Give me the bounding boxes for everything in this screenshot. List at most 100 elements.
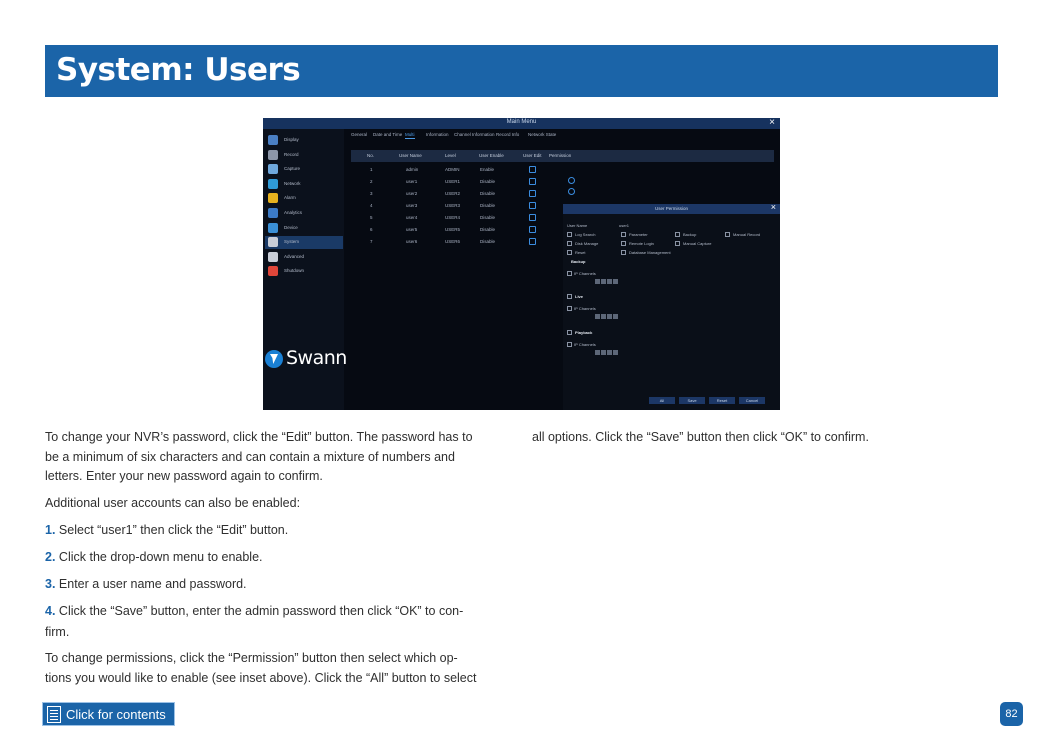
dialog-button-all[interactable]: All bbox=[649, 397, 675, 404]
close-icon[interactable]: × bbox=[771, 202, 776, 212]
permission-icon[interactable] bbox=[568, 188, 575, 195]
sidebar-item-analytics[interactable]: Analytics bbox=[265, 207, 343, 220]
tab-date-and-time[interactable]: Date and Time bbox=[373, 132, 402, 137]
channel-boxes[interactable] bbox=[595, 306, 619, 319]
table-row[interactable]: 7 user6 USER6 Disable bbox=[351, 237, 541, 248]
sidebar-item-label: Record bbox=[284, 151, 299, 157]
dialog-button-save[interactable]: Save bbox=[679, 397, 705, 404]
table-row[interactable]: 1 admin ADMIN Enable bbox=[351, 165, 541, 176]
checkbox[interactable] bbox=[621, 250, 626, 255]
dialog-button-cancel[interactable]: Cancel bbox=[739, 397, 765, 404]
table-row[interactable]: 3 user2 USER2 Disable bbox=[351, 189, 541, 200]
sidebar-item-label: Shutdown bbox=[284, 268, 305, 274]
row-level: USER2 bbox=[445, 191, 461, 196]
permission-label: Reset bbox=[575, 250, 586, 255]
dialog-title: User Permission bbox=[654, 206, 688, 211]
section-title-playback: Playback bbox=[575, 330, 593, 335]
step-number: 3. bbox=[45, 577, 56, 591]
checkbox[interactable] bbox=[567, 342, 572, 347]
tab-multi[interactable]: Multi bbox=[405, 132, 415, 139]
swann-logo-icon bbox=[265, 350, 283, 368]
column-2-text: all options. Click the “Save” button the… bbox=[532, 430, 869, 444]
sidebar-item-system[interactable]: System bbox=[265, 236, 343, 250]
step-2: 2. Click the drop-down menu to enable. bbox=[45, 548, 263, 568]
row-enable: Disable bbox=[480, 239, 496, 244]
contents-icon bbox=[47, 706, 61, 723]
column-header-user-name: User Name bbox=[399, 153, 422, 158]
dialog-header: User Permission × bbox=[563, 202, 780, 214]
edit-icon[interactable] bbox=[529, 202, 536, 209]
column-header-no.: No. bbox=[367, 153, 375, 158]
intro-paragraph-line: letters. Enter your new password again t… bbox=[45, 469, 323, 483]
sidebar-item-record[interactable]: Record bbox=[265, 149, 343, 162]
intro-paragraph-line: To change your NVR’s password, click the… bbox=[45, 430, 473, 444]
sidebar-item-device[interactable]: Device bbox=[265, 222, 343, 235]
tab-network-state[interactable]: Network State bbox=[528, 132, 556, 137]
sidebar-item-alarm[interactable]: Alarm bbox=[265, 192, 343, 205]
edit-icon[interactable] bbox=[529, 178, 536, 185]
edit-icon[interactable] bbox=[529, 166, 536, 173]
checkbox[interactable] bbox=[621, 241, 626, 246]
step-4: 4. Click the “Save” button, enter the ad… bbox=[45, 602, 463, 622]
checkbox[interactable] bbox=[567, 294, 572, 299]
channels-label: IP Channels bbox=[574, 306, 596, 311]
checkbox[interactable] bbox=[725, 232, 730, 237]
row-enable: Disable bbox=[480, 203, 496, 208]
edit-icon[interactable] bbox=[529, 190, 536, 197]
row-number: 1 bbox=[370, 167, 373, 172]
sidebar-item-label: Network bbox=[284, 180, 301, 186]
checkbox[interactable] bbox=[567, 232, 572, 237]
sidebar-item-label: System bbox=[284, 239, 300, 245]
row-level: USER6 bbox=[445, 239, 461, 244]
sidebar-item-label: Capture bbox=[284, 166, 301, 172]
row-user-name: user5 bbox=[406, 227, 418, 232]
column-header-permission: Permission bbox=[549, 153, 572, 158]
display-icon bbox=[268, 135, 278, 145]
checkbox[interactable] bbox=[567, 250, 572, 255]
user-permission-dialog: User Permission × User Name user1 Log Se… bbox=[563, 202, 780, 410]
tab-information[interactable]: Information bbox=[426, 132, 449, 137]
permission-label: Remote Login bbox=[629, 241, 654, 246]
row-user-name: admin bbox=[406, 167, 419, 172]
column-header-level: Level bbox=[445, 153, 456, 158]
sidebar-item-display[interactable]: Display bbox=[265, 134, 343, 147]
checkbox[interactable] bbox=[567, 241, 572, 246]
table-row[interactable]: 5 user4 USER4 Disable bbox=[351, 213, 541, 224]
checkbox[interactable] bbox=[675, 232, 680, 237]
tab-channel-information[interactable]: Channel Information bbox=[454, 132, 495, 137]
sidebar-item-capture[interactable]: Capture bbox=[265, 163, 343, 176]
dialog-button-reset[interactable]: Reset bbox=[709, 397, 735, 404]
tab-record-info[interactable]: Record Info bbox=[496, 132, 519, 137]
table-row[interactable]: 6 user5 USER5 Disable bbox=[351, 225, 541, 236]
channel-boxes[interactable] bbox=[595, 342, 619, 355]
checkbox[interactable] bbox=[567, 330, 572, 335]
page-title: System: Users bbox=[56, 52, 301, 88]
sidebar-item-advanced[interactable]: Advanced bbox=[265, 251, 343, 264]
permission-label: Manual Capture bbox=[683, 241, 712, 246]
row-number: 2 bbox=[370, 179, 373, 184]
permission-label: Manual Record bbox=[733, 232, 761, 237]
step-4-continued: firm. bbox=[45, 625, 70, 639]
camera-icon bbox=[268, 164, 278, 175]
channel-boxes[interactable] bbox=[595, 271, 619, 284]
row-level: USER3 bbox=[445, 203, 461, 208]
contents-button[interactable]: Click for contents bbox=[42, 702, 175, 726]
edit-icon[interactable] bbox=[529, 238, 536, 245]
checkbox[interactable] bbox=[567, 271, 572, 276]
tab-general[interactable]: General bbox=[351, 132, 367, 137]
checkbox[interactable] bbox=[675, 241, 680, 246]
page-number: 82 bbox=[1000, 702, 1023, 726]
permission-icon[interactable] bbox=[568, 177, 575, 184]
system-icon bbox=[268, 237, 278, 248]
sidebar-item-shutdown[interactable]: Shutdown bbox=[265, 265, 343, 278]
table-row[interactable]: 4 user3 USER3 Disable bbox=[351, 201, 541, 212]
edit-icon[interactable] bbox=[529, 226, 536, 233]
table-row[interactable]: 2 user1 USER1 Disable bbox=[351, 177, 541, 188]
sidebar-item-network[interactable]: Network bbox=[265, 178, 343, 191]
sidebar-item-label: Alarm bbox=[284, 195, 296, 201]
checkbox[interactable] bbox=[621, 232, 626, 237]
close-icon[interactable]: × bbox=[769, 118, 775, 128]
row-user-name: user2 bbox=[406, 191, 418, 196]
edit-icon[interactable] bbox=[529, 214, 536, 221]
checkbox[interactable] bbox=[567, 306, 572, 311]
